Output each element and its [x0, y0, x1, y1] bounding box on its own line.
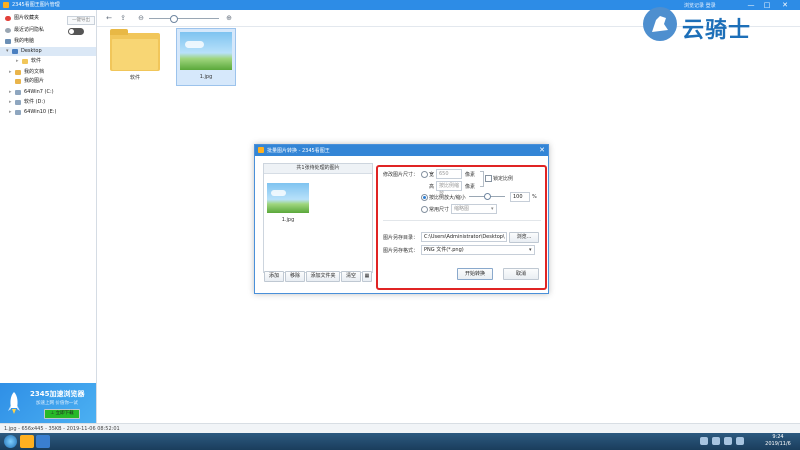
image-preview[interactable]	[267, 183, 309, 213]
drive-icon	[15, 100, 21, 105]
clock-time: 9:24	[772, 434, 784, 440]
ad-title: 2345加速浏览器	[30, 390, 85, 398]
chevron-right-icon[interactable]: ▸	[9, 68, 12, 77]
file-label: 1.jpg	[199, 74, 213, 80]
sidebar-item-label: 我的图片	[24, 78, 45, 84]
privacy-toggle[interactable]	[68, 28, 84, 35]
sidebar-item-label: 我的电脑	[14, 38, 35, 44]
drive-icon	[15, 90, 21, 95]
sidebar-item-label: 64Win7 (C:)	[24, 89, 54, 95]
tray-icon[interactable]	[700, 437, 708, 445]
sidebar: 图片收藏夹 一键导出 最近访问隐私 我的电脑 ▾ Desktop ▸ 软件 ▸ …	[0, 10, 97, 423]
taskbar-app-icon[interactable]	[20, 435, 34, 448]
sidebar-item-label: Desktop	[21, 48, 42, 54]
dialog-title: 批量图片转换 - 2345看图王	[267, 148, 330, 154]
rocket-icon	[8, 392, 20, 414]
zoom-slider-track[interactable]	[149, 18, 219, 19]
highlight-annotation-box	[376, 165, 547, 290]
pending-image-list: 共1张待处理的图片 1.jpg	[263, 163, 373, 273]
back-arrow-icon[interactable]: ←	[105, 14, 113, 22]
image-thumbnail-selected[interactable]: 1.jpg	[176, 28, 236, 86]
add-button[interactable]: 添加	[264, 271, 284, 282]
remove-button[interactable]: 移除	[285, 271, 305, 282]
documents-icon	[15, 70, 21, 75]
add-folder-button[interactable]: 添加文件夹	[306, 271, 340, 282]
download-now-button[interactable]: ⊥ 立即下载	[44, 409, 80, 419]
upload-icon[interactable]: ⇪	[119, 14, 127, 22]
sidebar-item-drive-d[interactable]: ▸ 软件 (D:)	[0, 98, 96, 107]
folder-thumbnail[interactable]	[110, 29, 160, 71]
image-preview	[180, 32, 232, 70]
tray-icon[interactable]	[736, 437, 744, 445]
app-icon	[258, 147, 264, 153]
zoom-out-icon[interactable]: ⊖	[137, 14, 145, 22]
sidebar-item-label: 软件 (D:)	[24, 99, 46, 105]
watermark-text: 云骑士	[682, 18, 752, 43]
sidebar-item-label: 最近访问隐私	[14, 27, 45, 33]
tray-icon[interactable]	[712, 437, 720, 445]
sidebar-item-favorites[interactable]: 图片收藏夹 一键导出	[0, 14, 96, 25]
zoom-slider-handle[interactable]	[170, 15, 178, 23]
file-label: 软件	[129, 75, 140, 81]
folder-icon	[22, 59, 28, 64]
sidebar-item-software[interactable]: ▸ 软件	[0, 57, 96, 66]
chevron-right-icon[interactable]: ▸	[16, 57, 19, 66]
sidebar-item-desktop[interactable]: ▾ Desktop	[0, 47, 96, 56]
chevron-right-icon[interactable]: ▸	[9, 88, 12, 97]
sidebar-item-drive-e[interactable]: ▸ 64Win10 (E:)	[0, 108, 96, 117]
computer-icon	[5, 39, 11, 44]
chevron-right-icon[interactable]: ▸	[9, 108, 12, 117]
sidebar-item-label: 64Win10 (E:)	[24, 109, 57, 115]
knight-logo-icon	[643, 7, 677, 41]
grid-view-icon[interactable]: ▦	[362, 271, 372, 282]
window-title: 2345看图王图片管理	[12, 2, 60, 8]
tray-icon[interactable]	[724, 437, 732, 445]
status-text: 1.jpg - 656x445 - 35KB - 2019-11-06 08:5…	[4, 426, 120, 432]
watermark-logo: 云骑士	[642, 6, 792, 46]
sidebar-item-drive-c[interactable]: ▸ 64Win7 (C:)	[0, 88, 96, 97]
clock-date: 2019/11/6	[765, 441, 791, 447]
browser-ad-banner[interactable]: 2345加速浏览器 加速上网 价值你一试 ⊥ 立即下载	[0, 383, 96, 423]
file-label: 1.jpg	[281, 217, 295, 223]
clock-icon	[5, 28, 11, 33]
chevron-down-icon[interactable]: ▾	[6, 47, 9, 56]
system-clock[interactable]: 9:24 2019/11/6	[758, 434, 798, 448]
desktop-icon	[12, 49, 18, 54]
export-button[interactable]: 一键导出	[67, 16, 95, 25]
taskbar: 9:24 2019/11/6	[0, 433, 800, 450]
drive-icon	[15, 110, 21, 115]
start-button[interactable]	[4, 435, 17, 448]
chevron-right-icon[interactable]: ▸	[9, 98, 12, 107]
sidebar-item-mypc[interactable]: 我的电脑	[0, 37, 96, 46]
clear-button[interactable]: 清空	[341, 271, 361, 282]
sidebar-item-mydocs[interactable]: ▸ 我的文档	[0, 68, 96, 77]
sidebar-item-label: 我的文档	[24, 69, 45, 75]
sidebar-item-label: 图片收藏夹	[14, 15, 40, 21]
list-header: 共1张待处理的图片	[264, 164, 372, 174]
sidebar-item-mypics[interactable]: 我的图片	[0, 77, 96, 86]
dialog-close-button[interactable]: ✕	[537, 145, 547, 156]
heart-icon	[5, 16, 11, 21]
ad-subtitle: 加速上网 价值你一试	[36, 401, 78, 406]
zoom-in-icon[interactable]: ⊕	[225, 14, 233, 22]
sidebar-item-recent[interactable]: 最近访问隐私	[0, 26, 96, 35]
taskbar-app-icon[interactable]	[36, 435, 50, 448]
pictures-icon	[15, 79, 21, 84]
sidebar-item-label: 软件	[31, 58, 42, 64]
app-icon	[3, 2, 9, 8]
dialog-title-bar: 批量图片转换 - 2345看图王 ✕	[255, 145, 548, 156]
